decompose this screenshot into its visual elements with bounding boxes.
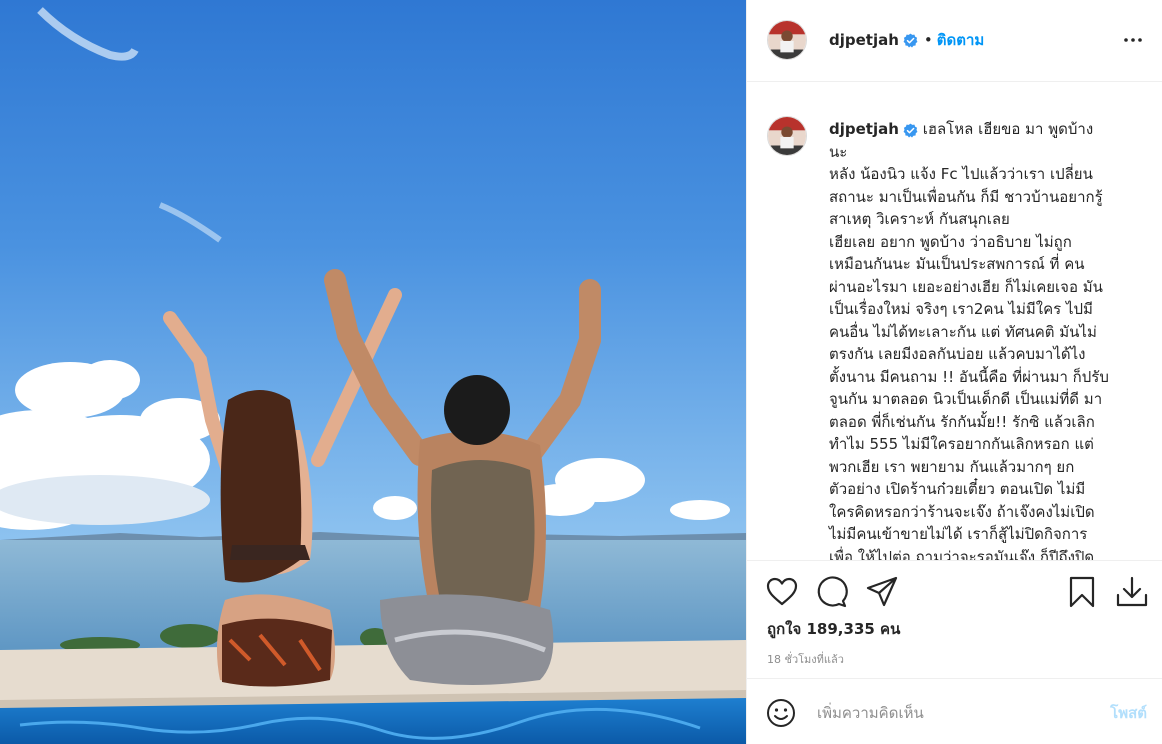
caption-line: เพื่อ ให้ไปต่อ ถามว่าจะรอมันเจ๊ง ก็ปีถึง… [829,547,1095,561]
caption-line: เฮลโหล เฮียขอ มา พูดบ้าง [922,120,1094,138]
author-username[interactable]: djpetjah [829,31,899,49]
caption-line: ตรงกัน เลยมีงอลกันบ่อย แล้วคบมาได้ไง [829,345,1086,363]
avatar-image [768,21,806,59]
heart-icon[interactable] [765,575,799,609]
caption-line: ตัวอย่าง เปิดร้านก๋วยเตี๋ยว ตอนเปิด ไม่ม… [829,480,1086,498]
caption-line: ผ่านอะไรมา เยอะอย่างเฮีย ก็ไม่เคยเจอ มัน [829,277,1103,296]
post-comment-button[interactable]: โพสต์ [1110,701,1147,725]
caption-line: ทำไม 555 ไม่มีใครอยากกันเลิกหรอก แต่ [829,435,1094,453]
caption-line: ใครคิดหรอกว่าร้านจะเจ๊ง ถ้าเจ๊งคงไม่เปิด [829,502,1095,521]
more-options-icon[interactable] [1121,28,1145,52]
comments-section[interactable]: djpetjah เฮลโหล เฮียขอ มา พูดบ้าง นะ หลั… [747,98,1162,560]
caption-line: ตั้งนาน มีคนถาม !! อันนี้คือ ที่ผ่านมา ก… [829,367,1109,386]
share-icon[interactable] [865,575,899,609]
caption-line: เฮียเลย อยาก พูดบ้าง ว่าอธิบาย ไม่ถูก [829,232,1072,251]
caption-line: นะ [829,142,848,161]
caption-line: พวกเฮีย เรา พยายาม กันแล้วมากๆ ยก [829,457,1075,476]
caption-avatar[interactable] [767,116,807,156]
caption-line: จูนกัน มาตลอด นิวเป็นเด็กดี เป็นแม่ที่ดี… [829,390,1103,408]
caption-line: สถานะ มาเป็นเพื่อนกัน ก็มี ชาวบ้านอยากรู… [829,187,1103,206]
caption-line: สาเหตุ วิเคราะห์ กันสนุกเลย [829,210,1010,228]
caption-username[interactable]: djpetjah [829,120,899,138]
separator-dot: • [923,31,933,49]
post-timestamp[interactable]: 18 ชั่วโมงที่แล้ว [767,650,844,668]
verified-badge-icon [903,33,918,48]
post-side-panel: djpetjah • ติดตาม djpetjah เฮลโหล เฮียขอ… [746,0,1162,744]
action-bar [747,560,1162,608]
caption-first-line: djpetjah เฮลโหล เฮียขอ มา พูดบ้าง [829,118,1147,141]
caption-line: เป็นเรื่องใหม่ จริงๆ เรา2คน ไม่มีใคร ไปม… [829,300,1093,318]
caption-line: เหมือนกันนะ มันเป็นประสพการณ์ ที่ คน [829,255,1085,273]
likes-count[interactable]: ถูกใจ 189,335 คน [767,617,900,641]
caption-line: ไม่มีคนเข้าขายไม่ได้ เราก็สู้ไม่ปิดกิจกา… [829,525,1088,543]
caption-line: คนอื่น ไม่ได้ทะเลาะกัน แต่ ทัศนคติ มันไม… [829,322,1097,341]
post-author-line: djpetjah • ติดตาม [829,29,984,51]
caption-line: ตลอด พี่ก็เช่นกัน รักกันมั้ย!! รักซิ แล้… [829,412,1095,431]
follow-button[interactable]: ติดตาม [937,28,985,52]
download-icon[interactable] [1115,575,1149,609]
comment-icon[interactable] [815,575,849,609]
caption-line: หลัง น้องนิว แจ้ง Fc ไปแล้วว่าเรา เปลี่ย… [829,165,1093,183]
comment-bar: โพสต์ [747,678,1162,744]
avatar-image [768,117,806,155]
post-photo[interactable] [0,0,746,744]
caption: djpetjah เฮลโหล เฮียขอ มา พูดบ้าง นะ หลั… [829,118,1147,560]
bookmark-icon[interactable] [1065,575,1099,609]
post-header: djpetjah • ติดตาม [747,0,1162,82]
post-image [0,0,746,744]
comment-input[interactable] [817,697,1087,729]
verified-badge-icon [903,122,918,138]
avatar[interactable] [767,20,807,60]
emoji-icon[interactable] [765,697,797,729]
